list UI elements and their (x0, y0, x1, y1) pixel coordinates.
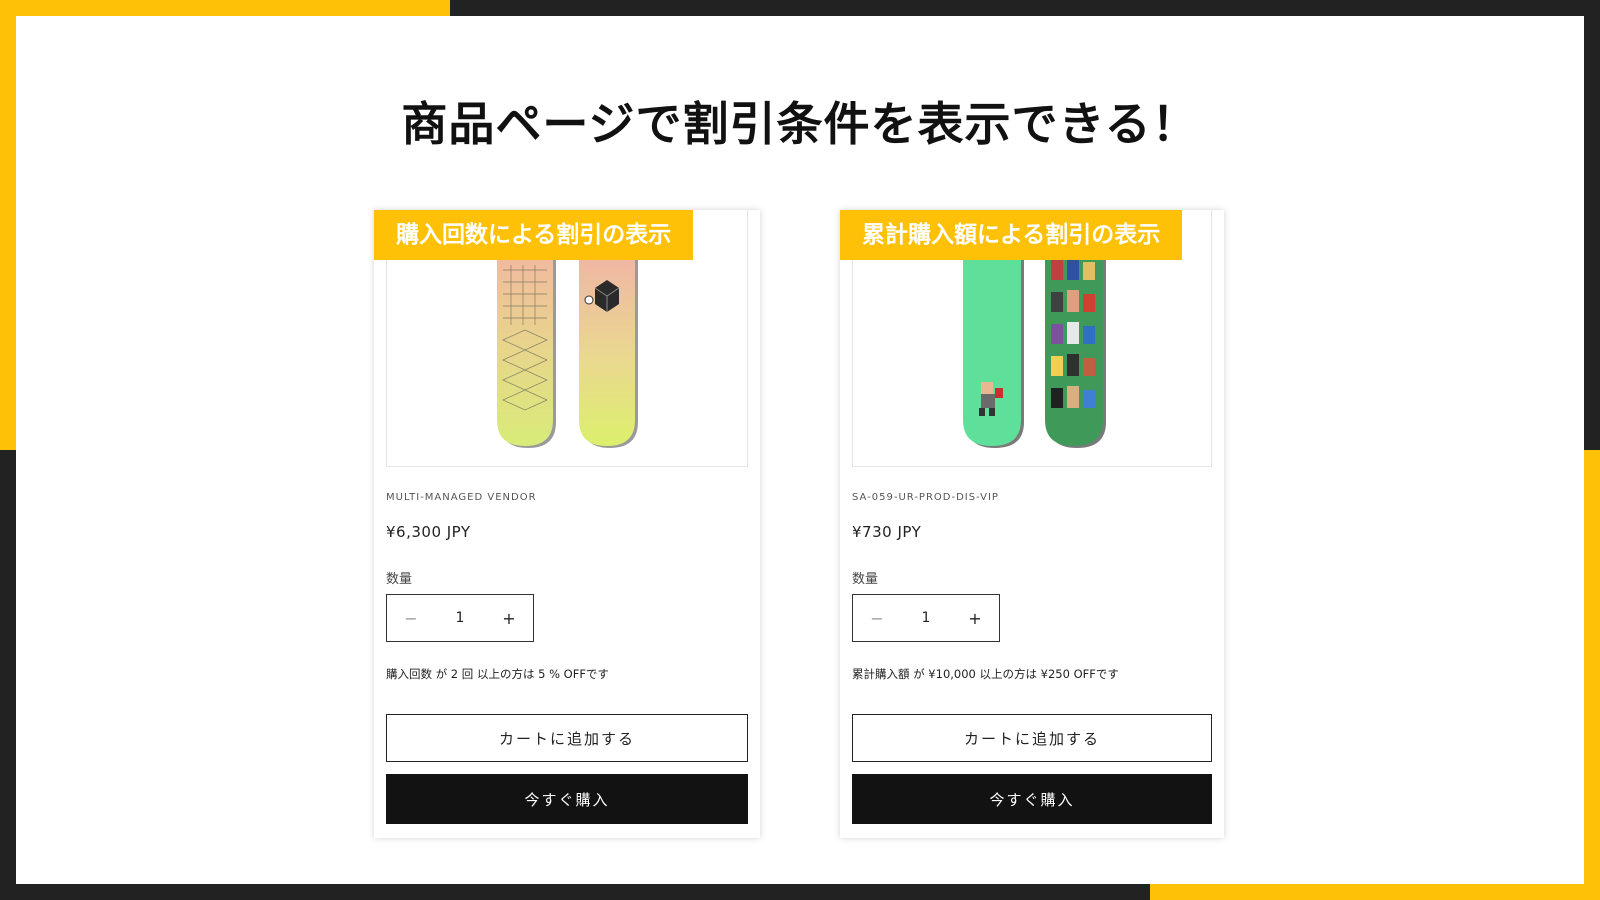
add-to-cart-button[interactable]: カートに追加する (386, 714, 748, 762)
vendor-name: MULTI-MANAGED VENDOR (386, 492, 537, 503)
frame-accent-left (0, 0, 16, 450)
quantity-input[interactable]: 1 (901, 610, 951, 626)
minus-icon[interactable]: − (387, 595, 435, 641)
product-card-cumulative-amount: 累計購入額による割引の表示 SA-059-UR-PROD-DIS-VIP ¥73… (840, 210, 1224, 838)
card-tag: 累計購入額による割引の表示 (840, 210, 1183, 260)
product-price: ¥6,300 JPY (386, 523, 471, 541)
minus-icon[interactable]: − (853, 595, 901, 641)
plus-icon[interactable]: + (485, 595, 533, 641)
quantity-input[interactable]: 1 (435, 610, 485, 626)
add-to-cart-button[interactable]: カートに追加する (852, 714, 1212, 762)
product-price: ¥730 JPY (852, 523, 922, 541)
frame-accent-bottom-right (1150, 884, 1600, 900)
card-tag: 購入回数による割引の表示 (374, 210, 694, 260)
product-card-purchase-count: 購入回数による割引の表示 MULTI-MANAGED VENDOR ¥6,300… (374, 210, 760, 838)
quantity-stepper: − 1 + (386, 594, 534, 642)
quantity-label: 数量 (852, 572, 879, 587)
buy-now-button[interactable]: 今すぐ購入 (852, 774, 1212, 824)
vendor-name: SA-059-UR-PROD-DIS-VIP (852, 492, 999, 503)
discount-condition: 累計購入額 が ¥10,000 以上の方は ¥250 OFFです (852, 667, 1119, 681)
buy-now-button[interactable]: 今すぐ購入 (386, 774, 748, 824)
frame-accent-right (1584, 450, 1600, 900)
page-headline: 商品ページで割引条件を表示できる！ (401, 97, 1199, 151)
quantity-stepper: − 1 + (852, 594, 1000, 642)
quantity-label: 数量 (386, 572, 413, 587)
frame-accent-top-left (0, 0, 450, 16)
discount-condition: 購入回数 が 2 回 以上の方は 5 % OFFです (386, 667, 609, 681)
plus-icon[interactable]: + (951, 595, 999, 641)
